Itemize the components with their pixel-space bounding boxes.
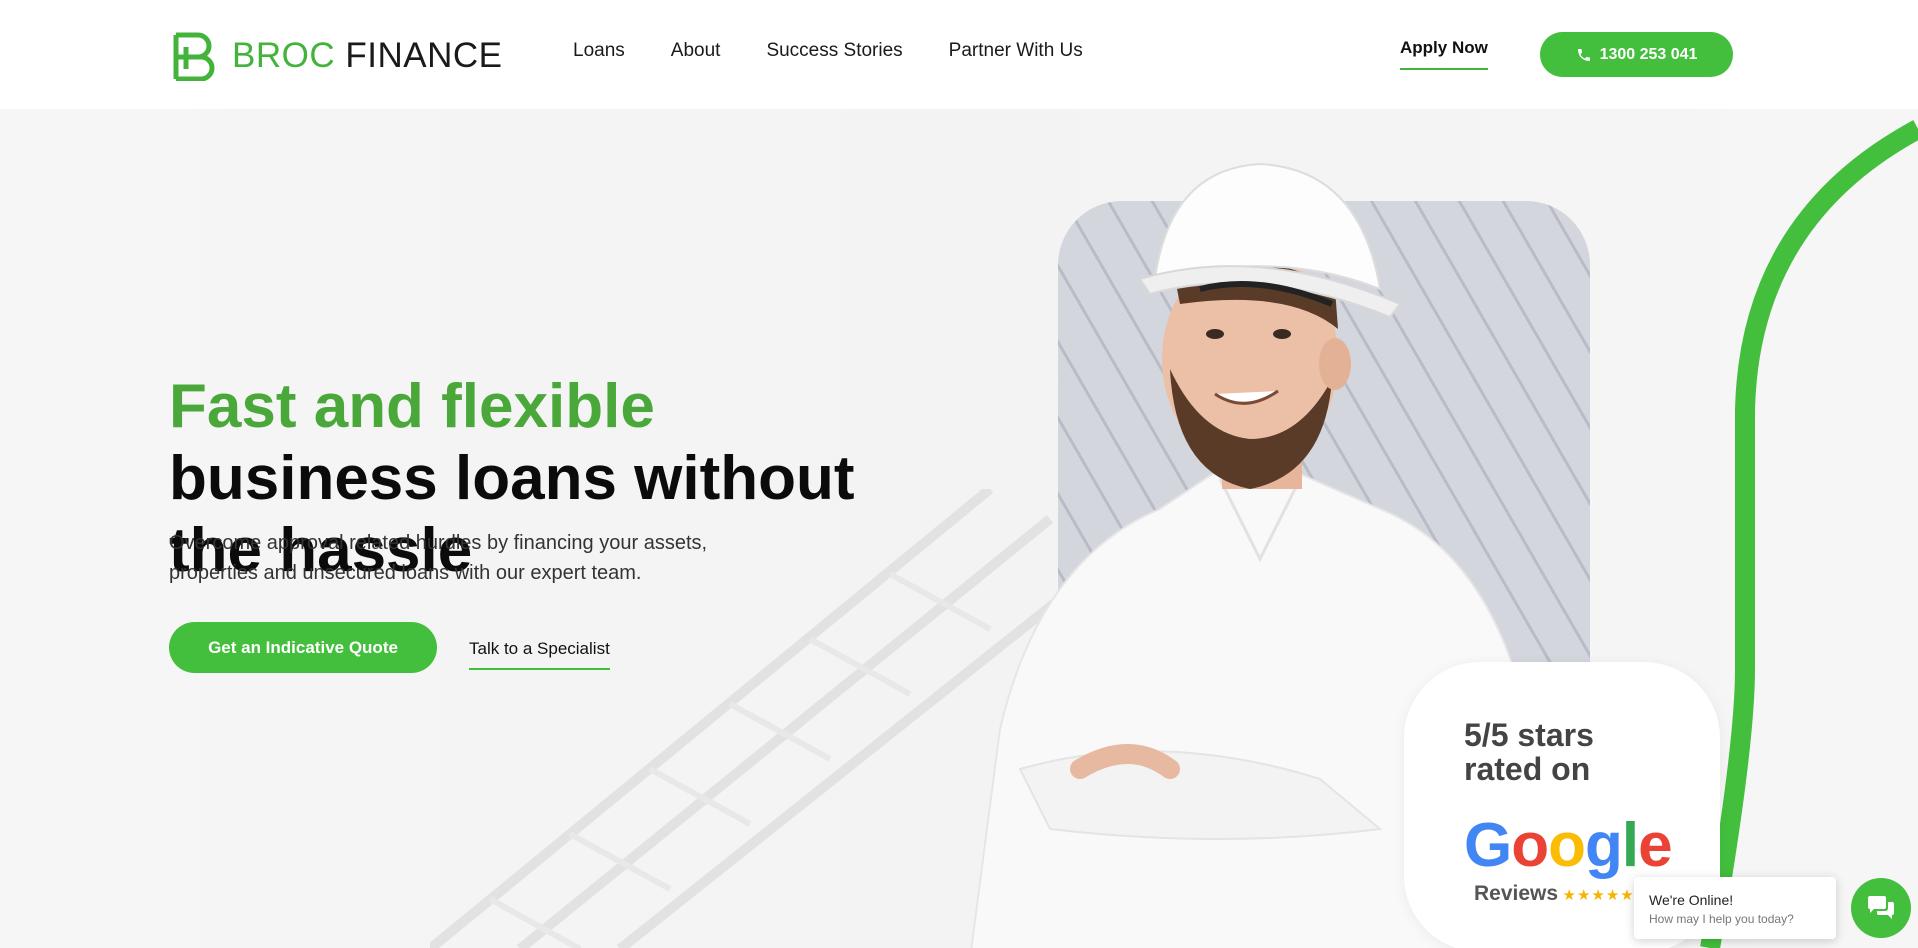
nav-loans[interactable]: Loans [573,40,625,62]
hero-section: Fast and flexible business loans without… [0,109,1918,948]
get-quote-button[interactable]: Get an Indicative Quote [169,622,437,673]
phone-number: 1300 253 041 [1599,45,1698,63]
star-rating-icon: ★★★★★ [1562,887,1635,904]
chat-title: We're Online! [1649,892,1734,908]
google-logo-text: Google [1464,811,1673,880]
apply-now-link[interactable]: Apply Now [1400,38,1488,70]
phone-button[interactable]: 1300 253 041 [1540,32,1733,77]
hero-subtext: Overcome approval related hurdles by fin… [169,532,708,584]
chat-bubbles-icon [1868,896,1894,919]
main-nav: Loans About Success Stories Partner With… [573,40,1083,62]
logo-text-finance: FINANCE [345,36,503,75]
review-line-1: 5/5 stars [1464,717,1594,753]
hero-headline-green: Fast and flexible [169,372,655,441]
google-reviews-row: Reviews ★★★★★ [1474,882,1635,906]
chat-subtitle: How may I help you today? [1649,912,1794,926]
nav-about[interactable]: About [671,40,721,62]
chat-open-button[interactable] [1851,878,1911,938]
phone-icon [1577,48,1590,61]
nav-success-stories[interactable]: Success Stories [766,40,902,62]
broc-b-monogram-icon [173,32,215,81]
green-arc-decoration [1700,120,1918,948]
site-header: BROC FINANCE Loans About Success Stories… [0,0,1918,109]
logo-text: BROC FINANCE [232,36,502,76]
logo[interactable]: BROC FINANCE [172,30,502,82]
review-line-2: rated on [1464,751,1591,787]
reviews-label: Reviews [1474,882,1559,905]
chat-greeting-bubble[interactable]: We're Online! How may I help you today? [1634,877,1836,939]
logo-text-broc: BROC [232,36,336,75]
talk-to-specialist-link[interactable]: Talk to a Specialist [469,639,610,670]
nav-partner-with-us[interactable]: Partner With Us [949,40,1083,62]
